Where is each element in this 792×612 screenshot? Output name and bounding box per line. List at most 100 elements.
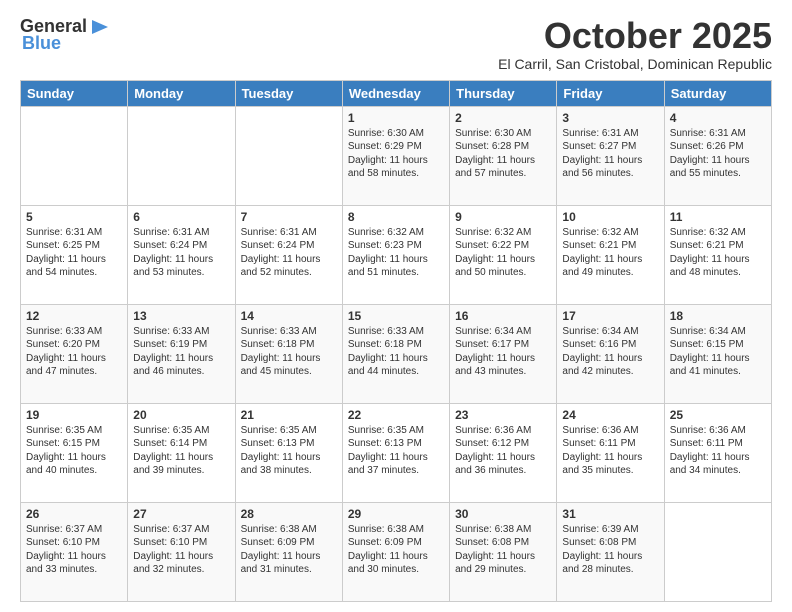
day-number: 14 [241,309,337,323]
calendar-week-row: 26 Sunrise: 6:37 AM Sunset: 6:10 PM Dayli… [21,502,772,601]
day-info: Sunrise: 6:33 AM Sunset: 6:19 PM Dayligh… [133,325,229,379]
calendar-day-header: Thursday [450,80,557,106]
calendar-day-cell: 8 Sunrise: 6:32 AM Sunset: 6:23 PM Daylig… [342,205,449,304]
calendar-day-cell: 10 Sunrise: 6:32 AM Sunset: 6:21 PM Dayli… [557,205,664,304]
calendar-day-cell: 30 Sunrise: 6:38 AM Sunset: 6:08 PM Dayli… [450,502,557,601]
day-info: Sunrise: 6:36 AM Sunset: 6:11 PM Dayligh… [562,424,658,478]
page: General Blue October 2025 El Carril, San… [0,0,792,612]
calendar-day-header: Saturday [664,80,771,106]
day-number: 19 [26,408,122,422]
day-info: Sunrise: 6:38 AM Sunset: 6:09 PM Dayligh… [348,523,444,577]
day-info: Sunrise: 6:33 AM Sunset: 6:18 PM Dayligh… [348,325,444,379]
calendar-day-header: Monday [128,80,235,106]
calendar-day-cell: 1 Sunrise: 6:30 AM Sunset: 6:29 PM Daylig… [342,106,449,205]
day-info: Sunrise: 6:37 AM Sunset: 6:10 PM Dayligh… [133,523,229,577]
calendar-day-cell: 18 Sunrise: 6:34 AM Sunset: 6:15 PM Dayli… [664,304,771,403]
day-info: Sunrise: 6:30 AM Sunset: 6:29 PM Dayligh… [348,127,444,181]
calendar-day-header: Tuesday [235,80,342,106]
calendar-day-cell: 27 Sunrise: 6:37 AM Sunset: 6:10 PM Dayli… [128,502,235,601]
calendar-day-cell: 29Sunrise: 6:38 AM Sunset: 6:09 PM Dayli… [342,502,449,601]
day-number: 6 [133,210,229,224]
day-number: 21 [241,408,337,422]
day-info: Sunrise: 6:36 AM Sunset: 6:11 PM Dayligh… [670,424,766,478]
logo: General Blue [20,16,110,54]
calendar-table: SundayMondayTuesdayWednesdayThursdayFrid… [20,80,772,602]
calendar-week-row: 5Sunrise: 6:31 AM Sunset: 6:25 PM Daylig… [21,205,772,304]
day-info: Sunrise: 6:32 AM Sunset: 6:23 PM Dayligh… [348,226,444,280]
calendar-day-cell: 25 Sunrise: 6:36 AM Sunset: 6:11 PM Dayli… [664,403,771,502]
calendar-day-cell: 19 Sunrise: 6:35 AM Sunset: 6:15 PM Dayli… [21,403,128,502]
calendar-day-cell: 9Sunrise: 6:32 AM Sunset: 6:22 PM Daylig… [450,205,557,304]
day-number: 3 [562,111,658,125]
calendar-day-cell: 16Sunrise: 6:34 AM Sunset: 6:17 PM Dayli… [450,304,557,403]
day-info: Sunrise: 6:34 AM Sunset: 6:15 PM Dayligh… [670,325,766,379]
day-number: 1 [348,111,444,125]
day-number: 10 [562,210,658,224]
calendar-day-cell: 20 Sunrise: 6:35 AM Sunset: 6:14 PM Dayli… [128,403,235,502]
calendar-day-cell: 2 Sunrise: 6:30 AM Sunset: 6:28 PM Daylig… [450,106,557,205]
day-number: 26 [26,507,122,521]
logo-blue-text: Blue [22,33,61,54]
calendar-week-row: 1 Sunrise: 6:30 AM Sunset: 6:29 PM Daylig… [21,106,772,205]
logo-flag-icon [90,19,110,35]
calendar-day-cell [21,106,128,205]
day-number: 18 [670,309,766,323]
day-info: Sunrise: 6:32 AM Sunset: 6:22 PM Dayligh… [455,226,551,280]
calendar-header-row: SundayMondayTuesdayWednesdayThursdayFrid… [21,80,772,106]
calendar-day-cell [128,106,235,205]
calendar-day-cell [664,502,771,601]
calendar-day-cell: 17 Sunrise: 6:34 AM Sunset: 6:16 PM Dayli… [557,304,664,403]
day-info: Sunrise: 6:35 AM Sunset: 6:15 PM Dayligh… [26,424,122,478]
day-info: Sunrise: 6:37 AM Sunset: 6:10 PM Dayligh… [26,523,122,577]
calendar-day-cell: 22Sunrise: 6:35 AM Sunset: 6:13 PM Dayli… [342,403,449,502]
calendar-day-cell: 4Sunrise: 6:31 AM Sunset: 6:26 PM Daylig… [664,106,771,205]
day-number: 24 [562,408,658,422]
day-number: 27 [133,507,229,521]
calendar-day-header: Friday [557,80,664,106]
day-number: 20 [133,408,229,422]
day-info: Sunrise: 6:39 AM Sunset: 6:08 PM Dayligh… [562,523,658,577]
calendar-week-row: 12Sunrise: 6:33 AM Sunset: 6:20 PM Dayli… [21,304,772,403]
day-info: Sunrise: 6:38 AM Sunset: 6:08 PM Dayligh… [455,523,551,577]
day-info: Sunrise: 6:30 AM Sunset: 6:28 PM Dayligh… [455,127,551,181]
day-number: 7 [241,210,337,224]
day-info: Sunrise: 6:33 AM Sunset: 6:18 PM Dayligh… [241,325,337,379]
day-number: 17 [562,309,658,323]
day-info: Sunrise: 6:32 AM Sunset: 6:21 PM Dayligh… [562,226,658,280]
calendar-day-cell: 6 Sunrise: 6:31 AM Sunset: 6:24 PM Daylig… [128,205,235,304]
location-title: El Carril, San Cristobal, Dominican Repu… [498,56,772,72]
calendar-day-cell: 28Sunrise: 6:38 AM Sunset: 6:09 PM Dayli… [235,502,342,601]
day-number: 15 [348,309,444,323]
calendar-day-cell: 31Sunrise: 6:39 AM Sunset: 6:08 PM Dayli… [557,502,664,601]
day-info: Sunrise: 6:32 AM Sunset: 6:21 PM Dayligh… [670,226,766,280]
day-number: 8 [348,210,444,224]
calendar-day-cell: 5Sunrise: 6:31 AM Sunset: 6:25 PM Daylig… [21,205,128,304]
month-title: October 2025 [498,16,772,56]
day-number: 28 [241,507,337,521]
calendar-day-cell: 23 Sunrise: 6:36 AM Sunset: 6:12 PM Dayli… [450,403,557,502]
calendar-day-header: Wednesday [342,80,449,106]
day-info: Sunrise: 6:31 AM Sunset: 6:27 PM Dayligh… [562,127,658,181]
calendar-day-cell: 11 Sunrise: 6:32 AM Sunset: 6:21 PM Dayli… [664,205,771,304]
day-info: Sunrise: 6:36 AM Sunset: 6:12 PM Dayligh… [455,424,551,478]
day-number: 2 [455,111,551,125]
day-info: Sunrise: 6:35 AM Sunset: 6:13 PM Dayligh… [241,424,337,478]
header: General Blue October 2025 El Carril, San… [20,16,772,72]
day-info: Sunrise: 6:35 AM Sunset: 6:14 PM Dayligh… [133,424,229,478]
day-info: Sunrise: 6:31 AM Sunset: 6:24 PM Dayligh… [133,226,229,280]
day-info: Sunrise: 6:31 AM Sunset: 6:24 PM Dayligh… [241,226,337,280]
calendar-week-row: 19 Sunrise: 6:35 AM Sunset: 6:15 PM Dayli… [21,403,772,502]
calendar-day-cell: 13 Sunrise: 6:33 AM Sunset: 6:19 PM Dayli… [128,304,235,403]
day-number: 16 [455,309,551,323]
day-number: 23 [455,408,551,422]
day-number: 25 [670,408,766,422]
day-info: Sunrise: 6:31 AM Sunset: 6:26 PM Dayligh… [670,127,766,181]
calendar-day-cell: 14 Sunrise: 6:33 AM Sunset: 6:18 PM Dayli… [235,304,342,403]
day-number: 13 [133,309,229,323]
day-number: 5 [26,210,122,224]
day-info: Sunrise: 6:34 AM Sunset: 6:16 PM Dayligh… [562,325,658,379]
calendar-day-cell: 3 Sunrise: 6:31 AM Sunset: 6:27 PM Daylig… [557,106,664,205]
day-number: 22 [348,408,444,422]
day-number: 30 [455,507,551,521]
day-number: 11 [670,210,766,224]
